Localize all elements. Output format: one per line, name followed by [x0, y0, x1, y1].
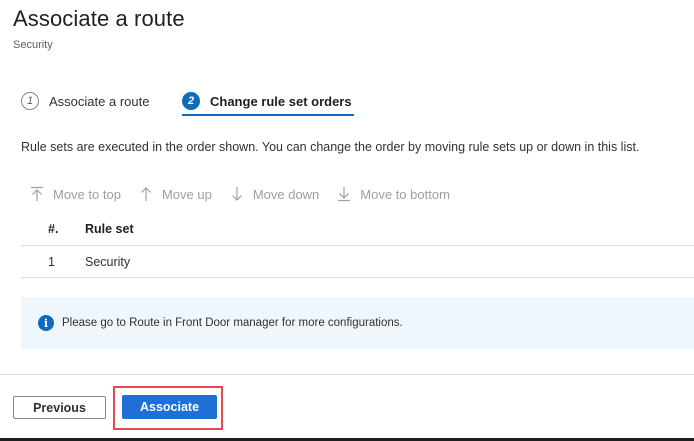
move-to-bottom-label: Move to bottom	[360, 186, 450, 202]
arrow-up-icon	[141, 187, 151, 201]
step-number-1: 1	[21, 92, 39, 110]
info-banner-text: Please go to Route in Front Door manager…	[62, 317, 403, 329]
move-to-bottom-button[interactable]: Move to bottom	[337, 186, 450, 202]
active-step-underline	[182, 114, 354, 116]
move-down-button[interactable]: Move down	[230, 186, 319, 202]
wizard-steps: 1 Associate a route 2 Change rule set or…	[21, 89, 441, 119]
footer-divider	[0, 374, 694, 375]
step-label-1: Associate a route	[49, 93, 150, 109]
description-text: Rule sets are executed in the order show…	[21, 140, 640, 154]
info-banner: i Please go to Route in Front Door manag…	[21, 297, 694, 349]
move-up-label: Move up	[161, 186, 212, 202]
table-row[interactable]: 1 Security	[21, 246, 694, 278]
step-change-rule-set-orders[interactable]: 2 Change rule set orders	[182, 89, 352, 113]
page-title: Associate a route	[13, 6, 185, 31]
column-header-number[interactable]: #.	[21, 222, 85, 236]
page-subtitle: Security	[13, 39, 53, 51]
row-number-cell: 1	[48, 254, 55, 269]
step-associate-route[interactable]: 1 Associate a route	[21, 89, 149, 113]
reorder-toolbar: Move to top Move up Move down Move to bo…	[30, 184, 468, 204]
step-number-2: 2	[182, 92, 200, 110]
move-down-label: Move down	[252, 186, 320, 202]
info-icon: i	[38, 315, 54, 331]
step-label-2: Change rule set orders	[210, 93, 352, 109]
previous-button[interactable]: Previous	[13, 396, 106, 419]
column-header-rule-set[interactable]: Rule set	[85, 222, 134, 236]
move-up-button[interactable]: Move up	[139, 186, 212, 202]
rule-set-table: #. Rule set 1 Security	[21, 213, 694, 278]
arrow-to-top-icon	[31, 186, 43, 201]
move-to-top-button[interactable]: Move to top	[30, 186, 121, 202]
move-to-top-label: Move to top	[53, 186, 121, 202]
row-rule-set-cell: Security	[85, 254, 131, 269]
associate-button[interactable]: Associate	[122, 395, 217, 419]
arrow-down-icon	[231, 187, 242, 201]
arrow-to-bottom-icon	[338, 187, 351, 202]
table-header: #. Rule set	[21, 213, 694, 246]
